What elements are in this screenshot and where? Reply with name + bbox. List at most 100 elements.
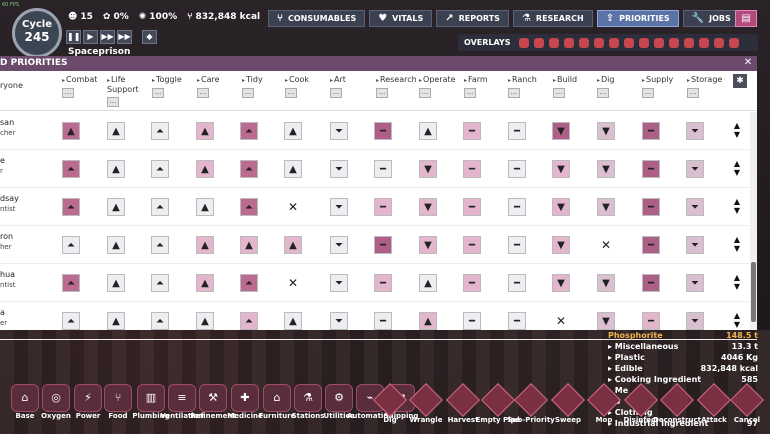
priority-toggle[interactable]: ⏷ <box>686 198 704 216</box>
column-priority-dropdown[interactable]: ... <box>553 88 565 98</box>
column-priority-dropdown[interactable]: ... <box>419 88 431 98</box>
column-header-toggle[interactable]: ▸Toggle... <box>152 75 196 98</box>
speed-3-button[interactable]: ▶▶ <box>117 30 132 44</box>
reports-button[interactable]: ↗ REPORTS <box>436 10 509 27</box>
priority-toggle[interactable]: ⏷ <box>330 274 348 292</box>
priority-toggle[interactable]: ━ <box>642 312 660 330</box>
column-header-operate[interactable]: ▸Operate... <box>419 75 463 98</box>
column-priority-dropdown[interactable]: ... <box>642 88 654 98</box>
priority-toggle[interactable]: ━ <box>463 312 481 330</box>
priority-toggle[interactable]: ▼ <box>552 198 570 216</box>
duplicant-name[interactable]: e <box>0 156 5 165</box>
radiation-overlay-icon[interactable] <box>729 37 740 48</box>
priority-toggle[interactable]: ⏶ <box>62 236 80 254</box>
vitals-button[interactable]: ♥ VITALS <box>369 10 433 27</box>
priority-toggle[interactable]: ⏶ <box>151 198 169 216</box>
priority-toggle[interactable]: ▲ <box>284 312 302 330</box>
priority-toggle[interactable]: ▲ <box>107 122 125 140</box>
resource-entry[interactable]: ▸ Cooking Ingredient 585 <box>608 374 758 385</box>
column-priority-dropdown[interactable]: ... <box>687 88 699 98</box>
temperature-overlay-icon[interactable] <box>549 37 560 48</box>
priority-toggle[interactable]: ━ <box>463 122 481 140</box>
speed-1-button[interactable]: ▶ <box>83 30 98 44</box>
column-header-ranch[interactable]: ▸Ranch... <box>508 75 552 98</box>
priority-toggle[interactable]: ⏶ <box>240 160 258 178</box>
light-overlay-icon[interactable] <box>579 37 590 48</box>
priority-toggle[interactable]: ━ <box>642 236 660 254</box>
disabled-priority-icon[interactable]: ✕ <box>284 198 302 216</box>
column-priority-dropdown[interactable]: ... <box>376 88 388 98</box>
pause-button[interactable]: ❚❚ <box>66 30 81 44</box>
priority-toggle[interactable]: ⏷ <box>330 160 348 178</box>
row-sort-icon[interactable]: ▲ ▼ <box>731 311 743 329</box>
priority-toggle[interactable]: ▲ <box>196 160 214 178</box>
priority-toggle[interactable]: ━ <box>463 274 481 292</box>
priority-toggle[interactable]: ⏷ <box>330 236 348 254</box>
priority-toggle[interactable]: ▲ <box>284 236 302 254</box>
research-button[interactable]: ⚗ RESEARCH <box>512 10 593 27</box>
priority-toggle[interactable]: ⏶ <box>240 274 258 292</box>
priority-toggle[interactable]: ━ <box>508 312 526 330</box>
column-header-supply[interactable]: ▸Supply... <box>642 75 686 98</box>
codex-button[interactable]: ▤ <box>735 10 757 27</box>
power-overlay-icon[interactable] <box>534 37 545 48</box>
plumbing-overlay-icon[interactable] <box>594 37 605 48</box>
column-header-research[interactable]: ▸Research... <box>376 75 420 98</box>
column-header-cook[interactable]: ▸Cook... <box>285 75 329 98</box>
priority-toggle[interactable]: ▲ <box>240 236 258 254</box>
column-priority-dropdown[interactable]: ... <box>107 97 119 107</box>
priority-toggle[interactable]: ━ <box>508 160 526 178</box>
priority-toggle[interactable]: ━ <box>508 236 526 254</box>
build-refinement-button[interactable]: ⚒ <box>199 384 227 412</box>
schedule-button[interactable]: ◆ <box>142 30 157 44</box>
gear-icon[interactable]: ✱ <box>733 74 747 88</box>
row-sort-icon[interactable]: ▲ ▼ <box>731 121 743 139</box>
close-icon[interactable]: ✕ <box>742 57 754 69</box>
priority-toggle[interactable]: ⏷ <box>686 312 704 330</box>
priority-toggle[interactable]: ▼ <box>419 160 437 178</box>
duplicant-name[interactable]: ron <box>0 232 13 241</box>
duplicant-name[interactable]: san <box>0 118 14 127</box>
build-base-button[interactable]: ⌂ <box>11 384 39 412</box>
build-medicine-button[interactable]: ✚ <box>231 384 259 412</box>
priority-toggle[interactable]: ▼ <box>597 312 615 330</box>
priority-toggle[interactable]: ▲ <box>107 236 125 254</box>
priority-toggle[interactable]: ▲ <box>196 236 214 254</box>
priority-toggle[interactable]: ⏶ <box>151 312 169 330</box>
column-header-combat[interactable]: ▸Combat... <box>62 75 106 98</box>
priority-toggle[interactable]: ━ <box>374 198 392 216</box>
priority-toggle[interactable]: ━ <box>463 236 481 254</box>
priority-toggle[interactable]: ▼ <box>419 236 437 254</box>
column-priority-dropdown[interactable]: ... <box>508 88 520 98</box>
priority-toggle[interactable]: ▲ <box>196 198 214 216</box>
column-header-build[interactable]: ▸Build... <box>553 75 597 98</box>
priority-toggle[interactable]: ▲ <box>107 160 125 178</box>
priority-toggle[interactable]: ▼ <box>597 122 615 140</box>
exosuit-overlay-icon[interactable] <box>684 37 695 48</box>
automation-overlay-icon[interactable] <box>699 37 710 48</box>
row-sort-icon[interactable]: ▲ ▼ <box>731 273 743 291</box>
column-priority-dropdown[interactable]: ... <box>242 88 254 98</box>
priority-toggle[interactable]: ▲ <box>196 312 214 330</box>
column-header-dig[interactable]: ▸Dig... <box>597 75 641 98</box>
oxygen-overlay-icon[interactable] <box>519 37 530 48</box>
column-priority-dropdown[interactable]: ... <box>330 88 342 98</box>
priority-toggle[interactable]: ⏶ <box>151 160 169 178</box>
priority-toggle[interactable]: ▲ <box>284 160 302 178</box>
priority-toggle[interactable]: ⏷ <box>686 160 704 178</box>
disabled-priority-icon[interactable]: ✕ <box>597 236 615 254</box>
priority-toggle[interactable]: ━ <box>374 312 392 330</box>
priority-toggle[interactable]: ⏶ <box>240 122 258 140</box>
priority-toggle[interactable]: ⏷ <box>686 274 704 292</box>
priority-toggle[interactable]: ━ <box>374 274 392 292</box>
resource-entry[interactable]: Phosphorite 148.5 t <box>608 330 758 341</box>
column-header-storage[interactable]: ▸Storage... <box>687 75 731 98</box>
disabled-priority-icon[interactable]: ✕ <box>552 312 570 330</box>
build-furniture-button[interactable]: ⌂ <box>263 384 291 412</box>
priority-toggle[interactable]: ▲ <box>419 274 437 292</box>
column-header-care[interactable]: ▸Care... <box>197 75 241 98</box>
column-header-life-support[interactable]: ▸Life Support... <box>107 75 151 107</box>
scrollbar[interactable] <box>750 112 757 330</box>
priority-toggle[interactable]: ▲ <box>196 274 214 292</box>
priority-toggle[interactable]: ⏶ <box>62 312 80 330</box>
